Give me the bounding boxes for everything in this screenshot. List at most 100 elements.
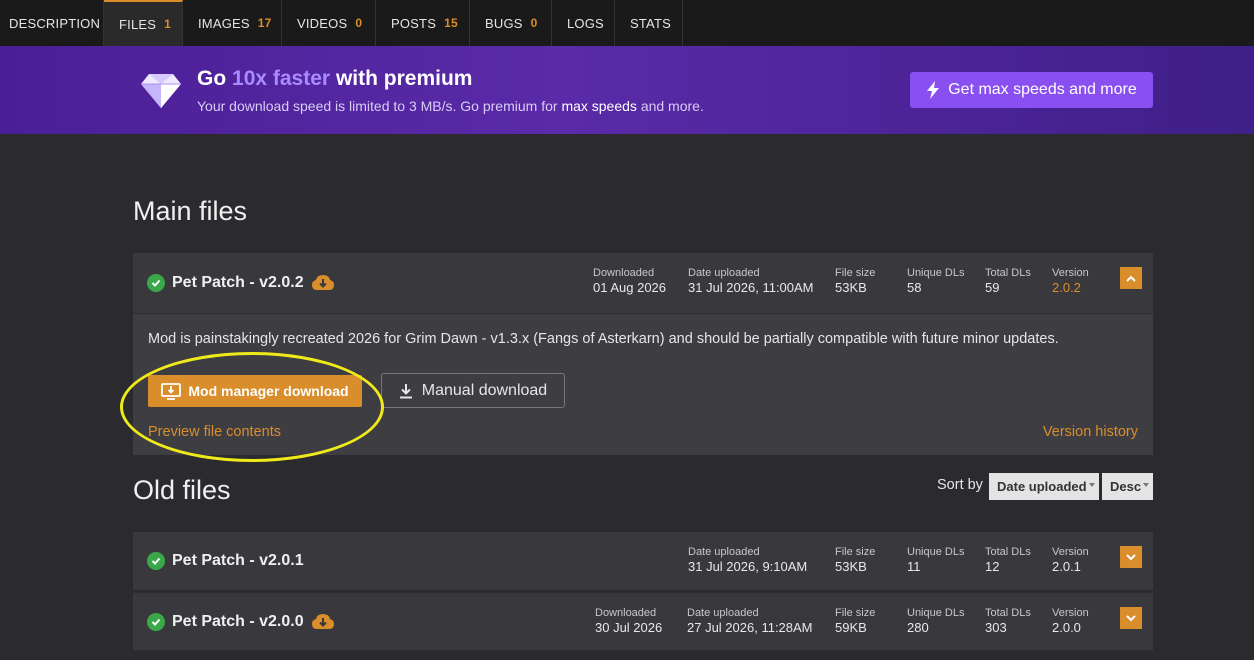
dropdown-arrow-icon (1143, 483, 1149, 487)
tab-count: 17 (257, 16, 272, 30)
unique-dls-meta: Unique DLs 280 (907, 607, 964, 635)
get-premium-button[interactable]: Get max speeds and more (910, 72, 1153, 108)
banner-subtitle: Your download speed is limited to 3 MB/s… (197, 98, 704, 114)
old-file-row[interactable]: Pet Patch - v2.0.0 Downloaded 30 Jul 2026… (133, 592, 1153, 650)
banner-title: Go 10x faster with premium (197, 67, 472, 91)
collapse-toggle[interactable] (1120, 267, 1142, 289)
chevron-down-icon (1126, 553, 1136, 560)
diamond-icon (141, 74, 181, 108)
lightning-icon (927, 81, 940, 99)
tab-videos[interactable]: VIDEOS 0 (282, 0, 376, 46)
tab-count: 0 (355, 16, 363, 30)
meta-label: Date uploaded (687, 607, 759, 619)
meta-value: 12 (985, 559, 1000, 574)
meta-label: Unique DLs (907, 546, 965, 558)
expand-toggle[interactable] (1120, 607, 1142, 629)
meta-value: 30 Jul 2026 (595, 620, 663, 635)
banner-title-post: with premium (335, 67, 473, 90)
sort-order-value: Desc (1110, 479, 1142, 494)
file-size-meta: File size 53KB (835, 546, 875, 574)
meta-label: Total DLs (985, 607, 1031, 619)
tab-count: 15 (444, 16, 458, 30)
total-dls-meta: Total DLs 12 (985, 546, 1031, 574)
meta-label: File size (835, 546, 876, 558)
version-meta: Version 2.0.2 (1052, 267, 1089, 295)
meta-label: Unique DLs (907, 267, 965, 279)
meta-label: Version (1052, 607, 1089, 619)
tab-images[interactable]: IMAGES 17 (183, 0, 282, 46)
main-file-row[interactable]: Pet Patch - v2.0.2 Downloaded 01 Aug 2026… (133, 253, 1153, 313)
old-files-heading: Old files (133, 475, 231, 505)
file-title: Pet Patch - v2.0.1 (147, 532, 304, 590)
dropdown-arrow-icon (1089, 483, 1095, 487)
meta-value: 59KB (835, 620, 867, 635)
total-dls-meta: Total DLs 303 (985, 607, 1031, 635)
tab-count: 1 (164, 17, 171, 31)
meta-value: 53KB (835, 280, 867, 295)
tab-files[interactable]: FILES 1 (104, 0, 183, 46)
file-tabs: DESCRIPTION FILES 1 IMAGES 17 VIDEOS 0 POST… (0, 0, 1254, 46)
sort-order-select[interactable]: Desc (1102, 473, 1153, 500)
meta-value: 58 (907, 280, 922, 295)
meta-value: 53KB (835, 559, 867, 574)
file-name: Pet Patch - v2.0.2 (172, 274, 304, 291)
sort-field-value: Date uploaded (997, 479, 1087, 494)
meta-value: 31 Jul 2026, 9:10AM (688, 559, 808, 574)
tab-label: STATS (630, 15, 671, 31)
file-title: Pet Patch - v2.0.0 (147, 593, 335, 651)
file-description: Mod is painstakingly recreated 2026 for … (148, 331, 1059, 347)
monitor-download-icon (161, 383, 182, 400)
unique-dls-meta: Unique DLs 11 (907, 546, 964, 574)
meta-label: Date uploaded (688, 546, 760, 558)
meta-label: File size (835, 267, 876, 279)
date-uploaded-meta: Date uploaded 27 Jul 2026, 11:28AM (687, 607, 813, 635)
meta-label: Unique DLs (907, 607, 965, 619)
tab-bugs[interactable]: BUGS 0 (470, 0, 552, 46)
meta-label: File size (835, 607, 876, 619)
date-uploaded-meta: Date uploaded 31 Jul 2026, 11:00AM (688, 267, 814, 295)
tab-logs[interactable]: LOGS (552, 0, 615, 46)
meta-label: Total DLs (985, 546, 1031, 558)
tab-posts[interactable]: POSTS 15 (376, 0, 470, 46)
meta-label: Version (1052, 546, 1089, 558)
chevron-up-icon (1126, 275, 1136, 282)
meta-value: 27 Jul 2026, 11:28AM (687, 620, 813, 635)
tab-label: DESCRIPTION (9, 15, 101, 31)
preview-file-contents-link[interactable]: Preview file contents (148, 424, 281, 440)
sort-field-select[interactable]: Date uploaded (989, 473, 1099, 500)
downloaded-meta: Downloaded 30 Jul 2026 (595, 607, 662, 635)
chevron-down-icon (1126, 614, 1136, 621)
meta-value: 280 (907, 620, 929, 635)
total-dls-meta: Total DLs 59 (985, 267, 1031, 295)
tab-label: BUGS (485, 15, 523, 31)
manual-download-button[interactable]: Manual download (381, 373, 565, 408)
version-history-link[interactable]: Version history (1043, 424, 1138, 440)
banner-sub-pre: Your download speed is limited to 3 MB/s… (197, 98, 558, 114)
meta-label: Date uploaded (688, 267, 760, 279)
file-title: Pet Patch - v2.0.2 (147, 253, 335, 313)
tab-label: VIDEOS (297, 15, 348, 31)
version-meta: Version 2.0.0 (1052, 607, 1089, 635)
banner-sub-bold: max speeds (561, 98, 637, 114)
check-icon (147, 613, 165, 631)
tab-description[interactable]: DESCRIPTION (0, 0, 104, 46)
file-size-meta: File size 53KB (835, 267, 875, 295)
mod-manager-download-button[interactable]: Mod manager download (148, 375, 362, 407)
old-file-row[interactable]: Pet Patch - v2.0.1 Date uploaded 31 Jul 2… (133, 532, 1153, 590)
file-name: Pet Patch - v2.0.1 (172, 552, 304, 569)
banner-title-highlight: 10x faster (232, 67, 331, 90)
tab-label: IMAGES (198, 15, 250, 31)
meta-label: Downloaded (593, 267, 655, 279)
tab-label: POSTS (391, 15, 437, 31)
premium-banner: Go 10x faster with premium Your download… (0, 46, 1254, 134)
expand-toggle[interactable] (1120, 546, 1142, 568)
sort-label: Sort by (937, 477, 983, 493)
cloud-download-icon (311, 275, 334, 290)
tab-label: LOGS (567, 15, 604, 31)
version-meta: Version 2.0.1 (1052, 546, 1089, 574)
banner-sub-post: and more. (640, 98, 704, 114)
meta-value: 59 (985, 280, 1000, 295)
tab-stats[interactable]: STATS (615, 0, 683, 46)
banner-title-pre: Go (197, 67, 227, 90)
check-icon (147, 552, 165, 570)
